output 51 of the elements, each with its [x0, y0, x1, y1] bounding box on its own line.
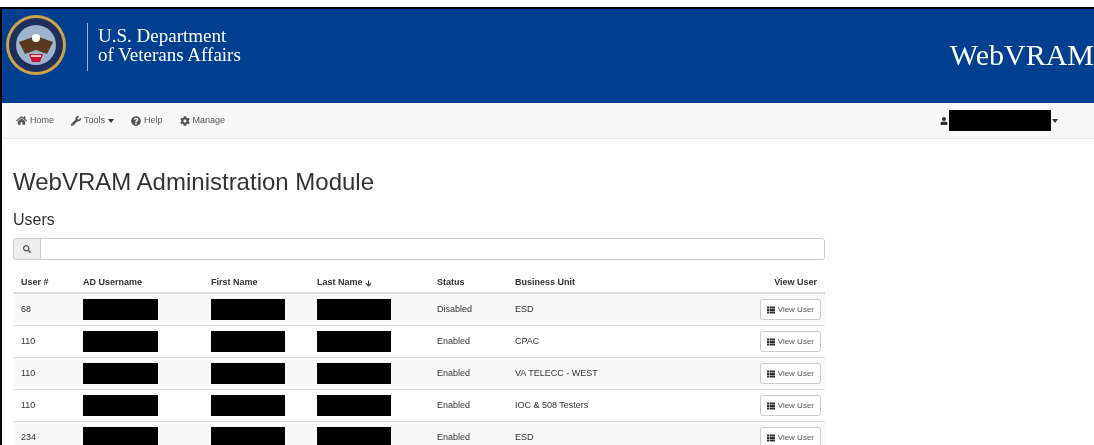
view-user-button[interactable]: View User	[759, 395, 821, 416]
table-cell: VA TELECC - WEST	[515, 367, 598, 378]
table-cell: ESD	[515, 431, 534, 442]
view-user-button[interactable]: View User	[759, 427, 821, 445]
list-icon	[766, 401, 775, 410]
column-header: First Name	[211, 276, 258, 290]
list-icon	[766, 337, 775, 346]
table-cell: 68	[21, 303, 31, 314]
seal-logo	[5, 14, 67, 76]
table-cell: ESD	[515, 303, 534, 314]
column-header: AD Username	[83, 276, 143, 290]
table-cell: IOC & 508 Testers	[515, 399, 589, 410]
column-header: View User	[774, 276, 817, 290]
section-title: Users	[13, 210, 56, 230]
user-icon	[940, 116, 948, 125]
nav-link[interactable]: Home	[16, 113, 54, 128]
page-title: WebVRAM Administration Module	[13, 168, 376, 196]
help-icon	[131, 115, 142, 126]
table-cell: 234	[21, 431, 37, 442]
search-field[interactable]	[13, 238, 825, 260]
table-cell: 110	[21, 335, 36, 346]
view-user-button[interactable]: View User	[759, 331, 821, 352]
list-icon	[766, 369, 775, 378]
view-user-button[interactable]: View User	[759, 363, 821, 384]
caret-icon	[1052, 118, 1058, 123]
table-cell: Enabled	[437, 399, 471, 410]
app-title[interactable]: WebVRAM	[949, 38, 1094, 72]
column-header: Business Unit	[515, 276, 575, 290]
table-cell: Disabled	[437, 303, 473, 314]
table-cell: 110	[21, 399, 36, 410]
table-cell: CPAC	[515, 335, 540, 346]
agency-name: of Veterans Affairs	[98, 45, 241, 64]
nav-link[interactable]: Manage	[179, 113, 226, 128]
home-icon	[16, 115, 27, 126]
list-icon	[766, 433, 775, 442]
table-cell: Enabled	[437, 335, 471, 346]
nav-link[interactable]: Tools	[71, 113, 115, 128]
wrench-icon	[71, 115, 81, 126]
caret-icon	[108, 118, 115, 123]
view-user-button[interactable]: View User	[759, 299, 821, 320]
column-header[interactable]: Last Name	[317, 276, 372, 290]
table-cell: 110	[21, 367, 36, 378]
list-icon	[766, 305, 775, 314]
sort-arrow-icon	[364, 279, 372, 287]
nav-link[interactable]: Help	[131, 113, 163, 128]
column-header: Status	[437, 276, 465, 290]
table-cell: Enabled	[437, 367, 471, 378]
search-icon	[23, 245, 31, 253]
column-header: User #	[21, 276, 49, 290]
gear-icon	[179, 115, 190, 126]
table-cell: Enabled	[437, 431, 471, 442]
